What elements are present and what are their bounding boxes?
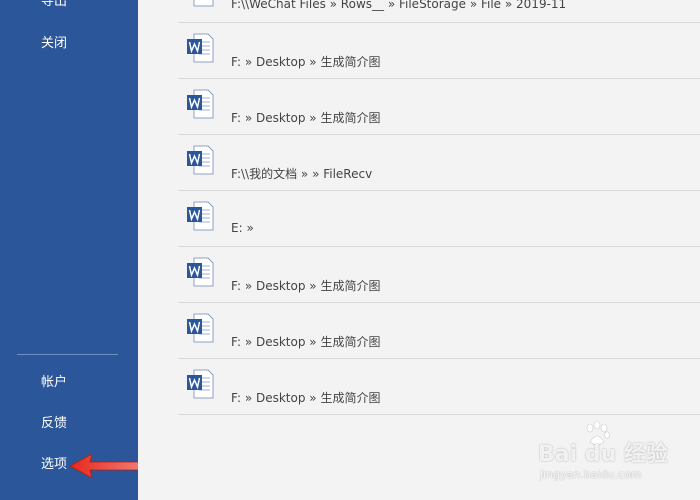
word-doc-icon: [193, 0, 214, 7]
watermark-url: jingyan.baidu.com: [540, 468, 642, 481]
file-path: F: » Desktop » 生成简介图: [231, 55, 381, 69]
pointer-arrow-icon: [69, 453, 140, 479]
recent-file-row[interactable]: F: » Desktop » 生成简介图: [178, 246, 700, 303]
file-path: F: » Desktop » 生成简介图: [231, 279, 381, 293]
sidebar-item-feedback[interactable]: 反馈: [41, 416, 67, 432]
word-doc-icon: [187, 33, 214, 63]
word-doc-icon: [187, 257, 214, 287]
word-doc-icon: [187, 201, 214, 231]
recent-file-row[interactable]: F: » Desktop » 生成简介图: [178, 22, 700, 79]
word-doc-icon: [187, 89, 214, 119]
baidu-watermark: Bai du 经验 jingyan.baidu.com: [538, 418, 698, 488]
file-path: F:\\WeChat Files » Rows__ » FileStorage …: [231, 0, 567, 11]
recent-file-row[interactable]: F:\\WeChat Files » Rows__ » FileStorage …: [178, 0, 700, 23]
file-path: F: » Desktop » 生成简介图: [231, 335, 381, 349]
recent-file-row[interactable]: E: »: [178, 190, 700, 247]
word-doc-icon: [187, 145, 214, 175]
sidebar-item-close[interactable]: 关闭: [41, 36, 67, 52]
recent-file-row[interactable]: F: » Desktop » 生成简介图: [178, 358, 700, 415]
file-path: F: » Desktop » 生成简介图: [231, 111, 381, 125]
recent-file-row[interactable]: F:\\我的文档 » » FileRecv: [178, 134, 700, 191]
sidebar-divider: [17, 354, 118, 355]
watermark-brand: Bai du 经验: [538, 442, 668, 467]
word-doc-icon: [187, 369, 214, 399]
file-path: E: »: [231, 221, 254, 235]
recent-file-row[interactable]: F: » Desktop » 生成简介图: [178, 78, 700, 135]
sidebar-item-export[interactable]: 导出: [41, 0, 67, 10]
recent-file-row[interactable]: F: » Desktop » 生成简介图: [178, 302, 700, 359]
word-doc-icon: [187, 313, 214, 343]
file-path: F: » Desktop » 生成简介图: [231, 391, 381, 405]
file-path: F:\\我的文档 » » FileRecv: [231, 167, 373, 181]
sidebar-item-options[interactable]: 选项: [41, 457, 67, 473]
backstage-sidebar: 导出 关闭 帐户 反馈 选项: [0, 0, 138, 500]
sidebar-item-account[interactable]: 帐户: [41, 375, 67, 391]
